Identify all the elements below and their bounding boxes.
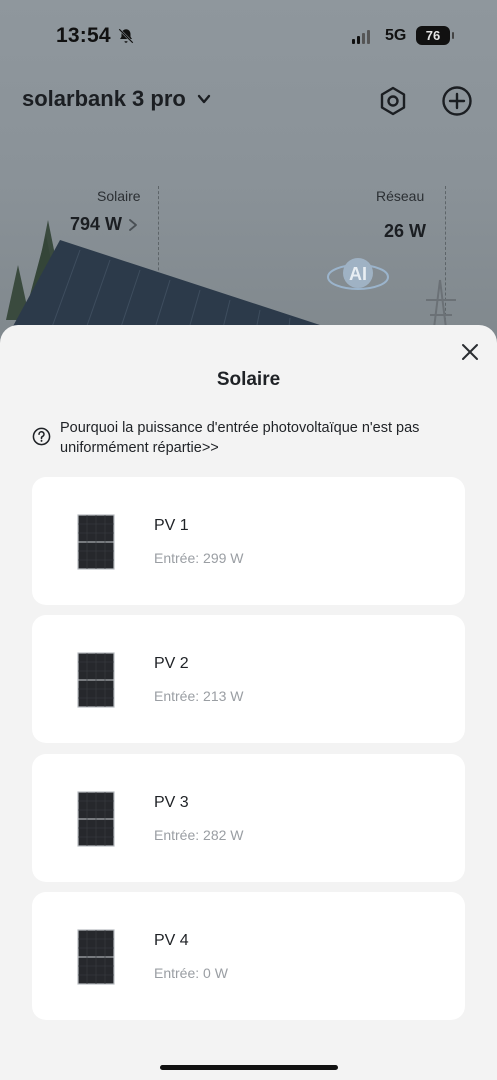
pv-input-power: Entrée: 0 W [154, 965, 228, 981]
pv-input-power: Entrée: 282 W [154, 827, 244, 843]
network-type: 5G [385, 27, 407, 44]
home-indicator[interactable] [160, 1065, 338, 1070]
pv-card[interactable]: PV 2 Entrée: 213 W [32, 615, 465, 743]
close-icon[interactable] [458, 340, 482, 364]
status-bar: 13:54 5G 76 [0, 0, 497, 72]
chevron-down-icon [197, 94, 211, 104]
device-name: solarbank 3 pro [22, 86, 186, 111]
device-selector[interactable]: solarbank 3 pro [22, 86, 212, 112]
pv-name: PV 4 [154, 932, 189, 949]
battery-level: 76 [425, 28, 441, 43]
help-link[interactable]: Pourquoi la puissance d'entrée photovolt… [32, 418, 472, 458]
signal-icon [352, 30, 370, 44]
solar-panel-icon [77, 929, 115, 985]
settings-icon[interactable] [378, 86, 408, 116]
pv-card[interactable]: PV 1 Entrée: 299 W [32, 477, 465, 605]
solar-label: Solaire [97, 188, 141, 204]
pv-name: PV 1 [154, 517, 189, 534]
solar-panel-icon [77, 791, 115, 847]
pv-card[interactable]: PV 4 Entrée: 0 W [32, 892, 465, 1020]
time-text: 13:54 [56, 24, 111, 47]
grid-label: Réseau [376, 188, 425, 204]
pv-name: PV 3 [154, 794, 189, 811]
pv-name: PV 2 [154, 655, 189, 672]
solar-panel-icon [77, 652, 115, 708]
app-background: 13:54 5G 76 solarbank 3 pro Solaire 794 … [0, 0, 497, 360]
add-icon[interactable] [441, 85, 473, 117]
pv-input-power: Entrée: 213 W [154, 688, 244, 704]
solar-panel-icon [77, 514, 115, 570]
bell-off-icon [118, 28, 134, 44]
ai-assistant-icon[interactable]: AI [325, 255, 391, 295]
sheet-title: Solaire [216, 369, 281, 390]
pv-input-power: Entrée: 299 W [154, 550, 244, 566]
pv-card[interactable]: PV 3 Entrée: 282 W [32, 754, 465, 882]
question-circle-icon [32, 427, 51, 446]
help-text: Pourquoi la puissance d'entrée photovolt… [60, 420, 420, 456]
battery-icon: 76 [416, 26, 454, 45]
status-time: 13:54 [56, 24, 135, 48]
ai-badge-text: AI [349, 264, 367, 284]
